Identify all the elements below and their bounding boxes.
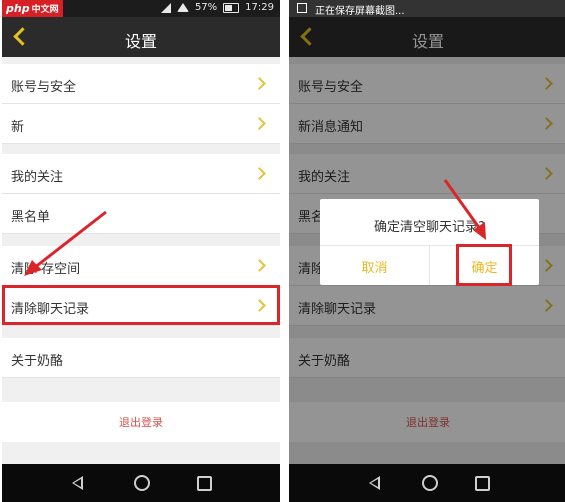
annotation-arrow	[24, 210, 107, 276]
left-phone-screen: php 中文网 57% 17:29 设置 账号与安全 新 我的关注 黑名单 清除 …	[2, 0, 280, 502]
annotation-arrow	[443, 179, 486, 240]
right-phone-screen: 设置 账号与安全 新消息通知 我的关注 黑名 清除 清除聊天记录 关于奶酪 退出…	[289, 0, 565, 502]
